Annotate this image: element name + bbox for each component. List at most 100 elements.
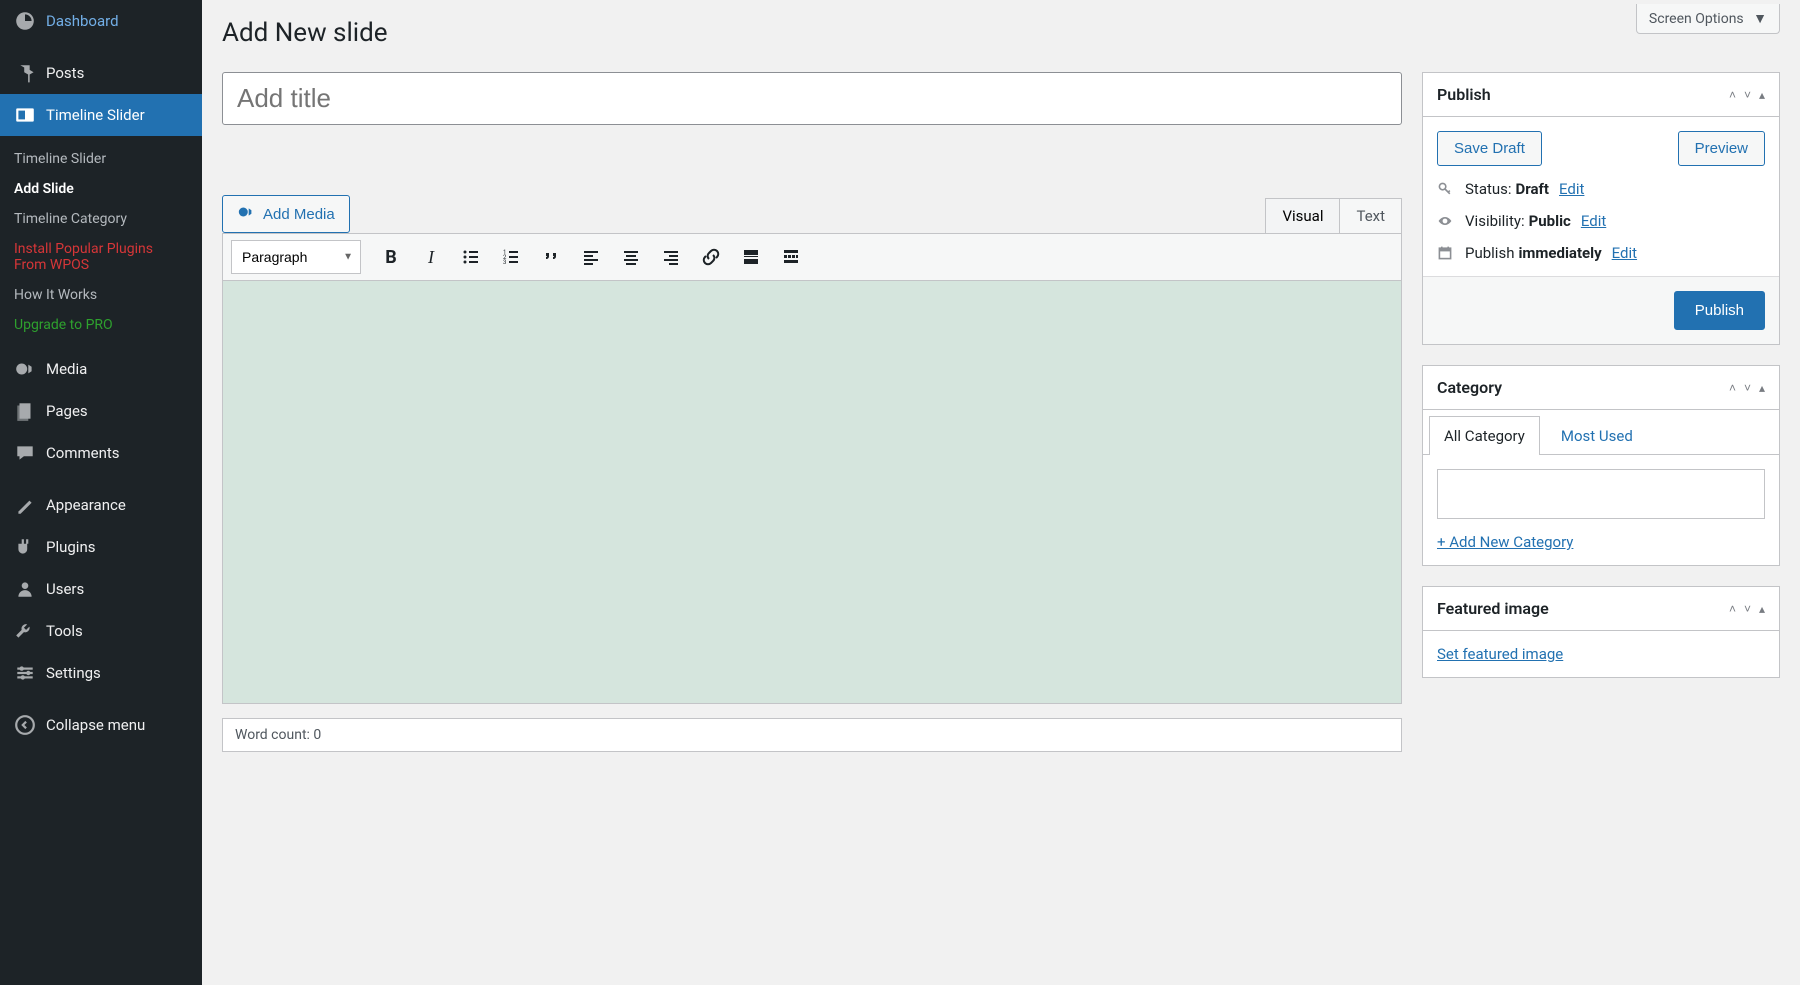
tab-visual[interactable]: Visual <box>1265 198 1340 233</box>
pin-icon <box>14 62 36 84</box>
add-new-category-link[interactable]: + Add New Category <box>1437 533 1573 551</box>
set-featured-image-link[interactable]: Set featured image <box>1437 645 1563 663</box>
media-icon <box>14 358 36 380</box>
schedule-value: immediately <box>1518 244 1601 262</box>
media-icon <box>237 203 255 225</box>
move-up-icon[interactable]: ˄ <box>1729 381 1736 395</box>
menu-dashboard[interactable]: Dashboard <box>0 0 202 42</box>
move-up-icon[interactable]: ˄ <box>1729 88 1736 102</box>
submenu-timeline-slider[interactable]: Timeline Slider <box>0 144 202 174</box>
menu-appearance[interactable]: Appearance <box>0 484 202 526</box>
eye-icon <box>1437 213 1455 229</box>
tab-most-used[interactable]: Most Used <box>1546 416 1648 455</box>
italic-button[interactable]: I <box>413 240 449 274</box>
toggle-icon[interactable]: ▴ <box>1759 381 1765 395</box>
publish-box: Publish ˄ ˅ ▴ Save Draft Preview <box>1422 72 1780 345</box>
user-icon <box>14 578 36 600</box>
submenu-upgrade-pro[interactable]: Upgrade to PRO <box>0 310 202 340</box>
appearance-icon <box>14 494 36 516</box>
category-box: Category ˄ ˅ ▴ All Category Most Used <box>1422 365 1780 566</box>
edit-schedule-link[interactable]: Edit <box>1612 244 1637 262</box>
link-button[interactable] <box>693 240 729 274</box>
preview-button[interactable]: Preview <box>1678 131 1765 166</box>
settings-icon <box>14 662 36 684</box>
svg-text:3: 3 <box>503 259 506 266</box>
align-left-button[interactable] <box>573 240 609 274</box>
move-up-icon[interactable]: ˄ <box>1729 602 1736 616</box>
menu-label: Appearance <box>46 496 126 514</box>
page-title: Add New slide <box>222 18 1780 48</box>
menu-label: Comments <box>46 444 120 462</box>
submenu-add-slide[interactable]: Add Slide <box>0 174 202 204</box>
chevron-down-icon: ▼ <box>1753 11 1767 27</box>
move-down-icon[interactable]: ˅ <box>1744 381 1751 395</box>
featured-image-title: Featured image <box>1437 599 1549 618</box>
move-down-icon[interactable]: ˅ <box>1744 602 1751 616</box>
menu-posts[interactable]: Posts <box>0 52 202 94</box>
collapse-icon <box>14 714 36 736</box>
menu-label: Timeline Slider <box>46 106 145 124</box>
main-content: Screen Options ▼ Add New slide Add Media… <box>202 0 1800 985</box>
word-count-label: Word count: <box>235 727 310 743</box>
move-down-icon[interactable]: ˅ <box>1744 88 1751 102</box>
menu-label: Collapse menu <box>46 716 145 734</box>
submenu-timeline-category[interactable]: Timeline Category <box>0 204 202 234</box>
bullet-list-button[interactable] <box>453 240 489 274</box>
align-center-button[interactable] <box>613 240 649 274</box>
calendar-icon <box>1437 245 1455 261</box>
toggle-icon[interactable]: ▴ <box>1759 88 1765 102</box>
menu-comments[interactable]: Comments <box>0 432 202 474</box>
key-icon <box>1437 181 1455 197</box>
menu-media[interactable]: Media <box>0 348 202 390</box>
editor-footer: Word count: 0 <box>222 718 1402 752</box>
toggle-icon[interactable]: ▴ <box>1759 602 1765 616</box>
menu-plugins[interactable]: Plugins <box>0 526 202 568</box>
publish-title: Publish <box>1437 85 1491 104</box>
submenu-timeline: Timeline Slider Add Slide Timeline Categ… <box>0 136 202 348</box>
schedule-label: Publish <box>1465 244 1514 262</box>
visibility-value: Public <box>1529 212 1571 230</box>
menu-label: Posts <box>46 64 84 82</box>
menu-users[interactable]: Users <box>0 568 202 610</box>
menu-tools[interactable]: Tools <box>0 610 202 652</box>
comment-icon <box>14 442 36 464</box>
menu-label: Plugins <box>46 538 95 556</box>
quote-button[interactable] <box>533 240 569 274</box>
edit-status-link[interactable]: Edit <box>1559 180 1584 198</box>
edit-visibility-link[interactable]: Edit <box>1581 212 1606 230</box>
menu-label: Pages <box>46 402 88 420</box>
title-input[interactable] <box>222 72 1402 125</box>
category-list[interactable] <box>1437 469 1765 519</box>
plugin-icon <box>14 536 36 558</box>
tab-all-category[interactable]: All Category <box>1429 416 1540 455</box>
bold-button[interactable]: B <box>373 240 409 274</box>
menu-settings[interactable]: Settings <box>0 652 202 694</box>
menu-label: Media <box>46 360 87 378</box>
dashboard-icon <box>14 10 36 32</box>
menu-label: Dashboard <box>46 12 119 30</box>
editor-toolbar: Paragraph B I 123 <box>222 233 1402 280</box>
add-media-button[interactable]: Add Media <box>222 195 350 233</box>
toolbar-toggle-button[interactable] <box>773 240 809 274</box>
tool-icon <box>14 620 36 642</box>
submenu-how-it-works[interactable]: How It Works <box>0 280 202 310</box>
menu-label: Users <box>46 580 84 598</box>
screen-options-toggle[interactable]: Screen Options ▼ <box>1636 4 1780 34</box>
screen-options-label: Screen Options <box>1649 11 1744 27</box>
tab-text[interactable]: Text <box>1340 198 1402 233</box>
page-icon <box>14 400 36 422</box>
menu-pages[interactable]: Pages <box>0 390 202 432</box>
readmore-button[interactable] <box>733 240 769 274</box>
numbered-list-button[interactable]: 123 <box>493 240 529 274</box>
publish-button[interactable]: Publish <box>1674 291 1765 330</box>
menu-collapse[interactable]: Collapse menu <box>0 704 202 746</box>
status-value: Draft <box>1516 180 1549 198</box>
save-draft-button[interactable]: Save Draft <box>1437 131 1542 166</box>
format-select[interactable]: Paragraph <box>231 240 361 274</box>
align-right-button[interactable] <box>653 240 689 274</box>
admin-sidebar: Dashboard Posts Timeline Slider Timeline… <box>0 0 202 985</box>
content-editor[interactable] <box>222 280 1402 704</box>
submenu-install-popular[interactable]: Install Popular Plugins From WPOS <box>0 234 202 280</box>
word-count-value: 0 <box>313 727 321 743</box>
menu-timeline-slider[interactable]: Timeline Slider <box>0 94 202 136</box>
